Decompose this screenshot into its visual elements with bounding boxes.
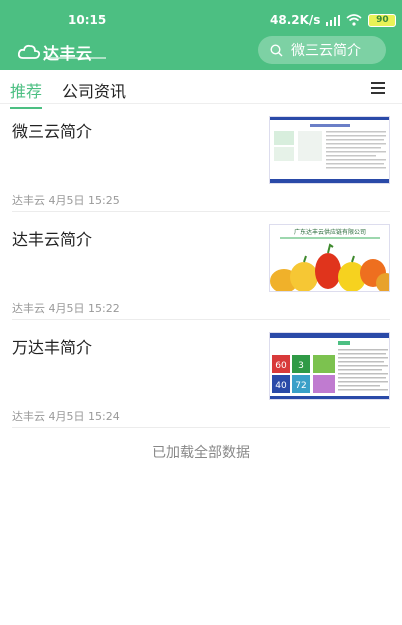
- end-of-list-note: 已加载全部数据: [152, 445, 250, 461]
- article-title: 万达丰简介: [12, 338, 93, 357]
- article-meta: 达丰云 4月5日 15:22: [12, 302, 120, 315]
- article-thumbnail: [269, 116, 390, 184]
- menu-icon[interactable]: [371, 82, 385, 94]
- status-indicators: 48.2K/s 90: [270, 13, 397, 27]
- search-box[interactable]: 微三云简介: [258, 36, 386, 64]
- signal-icon: [326, 14, 341, 26]
- logo-text: 达丰云: [43, 44, 93, 63]
- tab-recommended[interactable]: 推荐: [10, 78, 43, 109]
- cloud-logo-icon: [18, 44, 40, 59]
- network-speed: 48.2K/s: [270, 13, 321, 27]
- thumb-company-name: 广东达丰云供应链有限公司: [294, 228, 366, 236]
- article-item[interactable]: 微三云简介 达丰云 4月5日 15:25: [12, 104, 390, 212]
- article-thumbnail: 广东达丰云供应链有限公司: [269, 224, 390, 292]
- status-time: 10:15: [68, 13, 107, 27]
- article-title: 达丰云简介: [12, 230, 93, 249]
- stat-value: 60: [275, 361, 287, 371]
- article-meta: 达丰云 4月5日 15:25: [12, 194, 120, 207]
- stats-thumbnail-image: 60 3 40 72: [270, 333, 389, 399]
- article-item[interactable]: 达丰云简介 达丰云 4月5日 15:22 广东达丰云供应链有限公司: [12, 212, 390, 320]
- stat-value: 40: [275, 381, 287, 391]
- article-item[interactable]: 万达丰简介 达丰云 4月5日 15:24 60 3 40 72: [12, 320, 390, 428]
- stat-value: 72: [295, 381, 306, 391]
- category-tabs: 推荐 公司资讯: [0, 70, 402, 109]
- article-thumbnail: 60 3 40 72: [269, 332, 390, 400]
- doc-thumbnail-image: [270, 117, 389, 183]
- stat-value: 3: [298, 361, 304, 371]
- status-bar: 10:15 48.2K/s 90: [0, 10, 402, 32]
- search-icon: [270, 43, 283, 56]
- wifi-icon: [346, 14, 362, 26]
- app-logo: 达丰云: [18, 40, 106, 64]
- battery-indicator: 90: [368, 13, 397, 27]
- app-header: 10:15 48.2K/s 90 达丰云 微三云简介: [0, 0, 402, 70]
- search-text: 微三云简介: [291, 43, 361, 59]
- article-title: 微三云简介: [12, 122, 93, 141]
- logo-underline: [44, 57, 106, 59]
- article-meta: 达丰云 4月5日 15:24: [12, 410, 120, 423]
- tab-company-news[interactable]: 公司资讯: [62, 78, 126, 102]
- peppers-thumbnail-image: 广东达丰云供应链有限公司: [270, 225, 389, 291]
